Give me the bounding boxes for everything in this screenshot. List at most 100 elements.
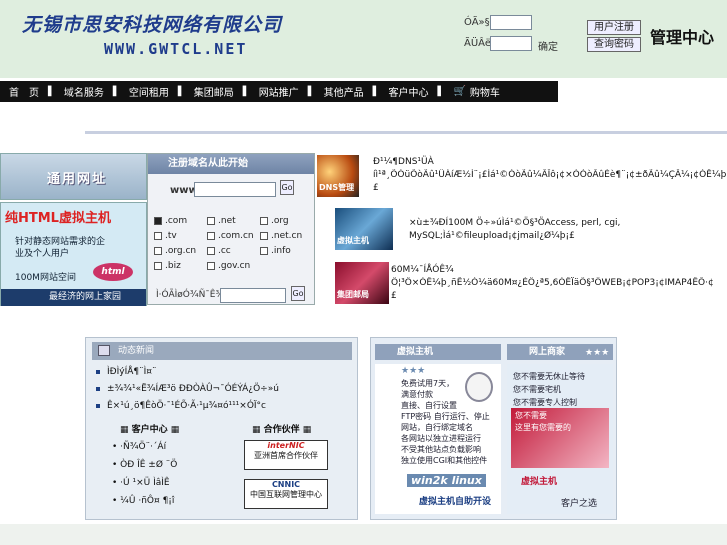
company-logo[interactable]: 无锡市思安科技网络有限公司 (22, 10, 282, 37)
password-label: ÃÜÂë (464, 38, 491, 49)
admin-center-link[interactable]: 管理中心 (650, 24, 714, 48)
checkbox[interactable] (207, 246, 215, 255)
nav-other-products[interactable]: 其他产品 (315, 84, 373, 99)
checkbox[interactable] (154, 231, 162, 240)
nav-home[interactable]: 首 页 (0, 84, 48, 99)
checkbox[interactable] (207, 231, 215, 240)
news-panel: 动态新闻 ÌÐÌýÍÅ¶¨Ì¤¨ ±¾¾¹«Ë¾ÍÆ³ö ÐÐÒÀÛ¬¯ÓÉÝÁ… (85, 337, 358, 520)
promo-footer: 虚拟主机自助开设 (419, 497, 492, 507)
service-desc: Ö¦³Ö×ÓÊ¼þ¸ñÊ½Ó¼ä60M¤¿ÉÖ¿ª5,6ÓÊÏäÖ§³ÖWEB¡… (391, 278, 714, 288)
promo-panel: 虚拟主机 网上商家 ★★★ 免费试用7天， 满意付款 直接、自行设置 FTP密码 自行… (370, 337, 617, 520)
customer-link[interactable]: • ÒÐ ÎÊ ±Ø ¨Ö (112, 460, 177, 470)
banner-description: 针对静态网站需求的企业及个人用户 (15, 237, 106, 259)
service-desc: íì¹ª¸ÕÓüÔòÃû¹ÜÀíÆ½Ì¨¡£Ìá¹©ÓòÃû¼ÂÎô¡¢×ÓÓò… (373, 170, 727, 180)
nav-hosting[interactable]: 空间租用 (120, 84, 178, 99)
divider (85, 131, 727, 134)
query-password-button[interactable]: 查询密码 (587, 37, 641, 52)
nav-cart[interactable]: 购物车 (468, 84, 509, 99)
star-icon: ★★★ (585, 348, 610, 358)
tld-label: .com.cn (218, 231, 254, 241)
partner-cnnic[interactable]: CNNIC 中国互联网管理中心 (244, 479, 328, 509)
promo-line: 您不需要宅机 (513, 385, 561, 394)
merchant-footer-1: 虚拟主机 (521, 477, 558, 487)
cart-icon[interactable]: 🛒 (444, 86, 467, 97)
website-url: WWW.GWTCL.NET (104, 40, 248, 58)
service-dns[interactable]: DNS管理 Ð¹¼¶DNS¹ÜÀ íì¹ª¸ÕÓüÔòÃû¹ÜÀíÆ½Ì¨¡£Ì… (317, 155, 727, 197)
checkbox[interactable] (154, 216, 162, 225)
nav-separator: ▌ (372, 86, 380, 97)
tld-label: .net (218, 216, 236, 226)
whois-go-button[interactable]: Go (291, 286, 305, 301)
html-hosting-banner[interactable]: 纯HTML虚拟主机 针对静态网站需求的企业及个人用户 100M网站空间 html… (0, 202, 147, 306)
username-input[interactable] (490, 15, 532, 30)
tld-option[interactable]: .com.cn (207, 231, 260, 241)
register-button[interactable]: 用户注册 (587, 20, 641, 35)
bullet-icon (96, 369, 100, 374)
news-item-text: ±¾¾¹«Ë¾ÍÆ³ö ÐÐÒÀÛ¬¯ÓÉÝÁ¿Ö÷»ú (107, 384, 279, 394)
password-input[interactable] (490, 36, 532, 51)
customer-link[interactable]: • ·Ú ¹×Ü ÌâÌÊ (112, 478, 170, 488)
checkbox[interactable] (260, 216, 268, 225)
news-header-label: 动态新闻 (118, 346, 155, 356)
footer-strip (0, 524, 727, 545)
tld-option[interactable]: .info (260, 246, 313, 256)
checkbox[interactable] (154, 246, 162, 255)
nav-domain[interactable]: 域名服务 (55, 84, 113, 99)
tld-option[interactable]: .org (260, 216, 313, 226)
tld-option[interactable]: .cc (207, 246, 260, 256)
news-item-text: ÌÐÌýÍÅ¶¨Ì¤¨ (107, 367, 157, 377)
news-item[interactable]: ÌÐÌýÍÅ¶¨Ì¤¨ (96, 367, 157, 377)
checkbox[interactable] (207, 261, 215, 270)
news-header: 动态新闻 (92, 342, 352, 360)
merchant-promo[interactable]: ★★★ 您不需要无休止等待 您不需要宅机 您不需要专人控制 您不需要 这里有您需要的 … (507, 348, 613, 514)
customer-link-text: ¼Û ·ñÔ¤ ¶¡î (120, 496, 175, 506)
confirm-button[interactable]: 确定 (538, 38, 558, 53)
domain-input[interactable] (194, 182, 276, 197)
checkbox[interactable] (260, 246, 268, 255)
service-desc-end: £ (373, 183, 379, 193)
news-item[interactable]: Ê×¹ú¸ö¶ÊòÖ·¯¹ÉÕ·Ã·¹µ¾¤ó¹¹¹×ÓÏ°c (96, 401, 266, 411)
nav-customer-center[interactable]: 客户中心 (380, 84, 438, 99)
tld-option[interactable]: .com (154, 216, 207, 226)
customer-link[interactable]: • ·Ñ¾Ö¨·´Áí (112, 442, 166, 452)
domain-search-panel: 注册域名从此开始 www. Go Ì·ÓÃÌøÓ¾Ñ¯Ê¾: .com .net.… (147, 153, 315, 305)
tld-option[interactable]: .net.cn (260, 231, 313, 241)
nav-separator: ▌ (307, 86, 315, 97)
checkbox[interactable] (207, 216, 215, 225)
checkbox[interactable] (154, 261, 162, 270)
virtual-host-promo[interactable]: ★★★ 免费试用7天， 满意付款 直接、自行设置 FTP密码 自行运行、停止 网站，自行… (375, 364, 501, 514)
partner-internic[interactable]: interNIC 亚洲首席合作伙伴 (244, 440, 328, 470)
checkbox[interactable] (260, 231, 268, 240)
tld-label: .cc (218, 246, 231, 256)
promo-line: 满意付款 (401, 390, 433, 399)
tld-option[interactable]: .biz (154, 261, 207, 271)
service-image-label: 虚拟主机 (337, 236, 369, 245)
banner-space: 100M网站空间 (15, 273, 76, 283)
main-nav: 首 页 ▌ 域名服务 ▌ 空间租用 ▌ 集团邮局 ▌ 网站推广 ▌ 其他产品 ▌… (0, 81, 558, 102)
service-image-label: 集团邮局 (337, 290, 369, 299)
service-virtual-host[interactable]: 虚拟主机 ×ù±¾ÐÍ100M Ö÷»úÌá¹©Ö§³ÖAccess, perl… (317, 208, 727, 250)
promo-line: 网站，自行绑定域名 (401, 423, 473, 432)
merchant-footer-2: 客户之选 (561, 499, 598, 509)
news-item-text: Ê×¹ú¸ö¶ÊòÖ·¯¹ÉÕ·Ã·¹µ¾¤ó¹¹¹×ÓÏ°c (107, 401, 267, 411)
universal-url-banner[interactable]: 通用网址 (0, 153, 147, 200)
service-image-label: DNS管理 (319, 183, 355, 192)
domain-go-button[interactable]: Go (280, 180, 294, 195)
tld-option[interactable]: .gov.cn (207, 261, 260, 271)
tld-option[interactable]: .org.cn (154, 246, 207, 256)
customer-center-heading: ▦ 客户中心 ▦ (120, 425, 180, 435)
nav-mail[interactable]: 集团邮局 (185, 84, 243, 99)
header-bar: 无锡市思安科技网络有限公司 WWW.GWTCL.NET ÓÃ»§ ÃÜÂë 确定… (0, 0, 727, 78)
service-desc-2: MySQL;Ìá¹©fileupload¡¢jmail¿Ø¼þ¡£ (409, 231, 575, 241)
news-item[interactable]: ±¾¾¹«Ë¾ÍÆ³ö ÐÐÒÀÛ¬¯ÓÉÝÁ¿Ö÷»ú (96, 384, 279, 394)
nav-promotion[interactable]: 网站推广 (250, 84, 308, 99)
tld-row: .org.cn .cc .info (154, 246, 314, 256)
tld-label: .com (165, 216, 188, 226)
tld-option[interactable]: .net (207, 216, 260, 226)
tld-option[interactable]: .tv (154, 231, 207, 241)
whois-input[interactable] (220, 288, 286, 303)
customer-link[interactable]: • ¼Û ·ñÔ¤ ¶¡î (112, 496, 174, 506)
service-title: Ð¹¼¶DNS¹ÜÀ (373, 157, 434, 167)
promo-line: 您不需要无休止等待 (513, 372, 585, 381)
service-mail[interactable]: 集团邮局 60M¼¯ÍÅÓÊ¾ Ö¦³Ö×ÓÊ¼þ¸ñÊ½Ó¼ä60M¤¿ÉÖ¿… (317, 262, 727, 304)
